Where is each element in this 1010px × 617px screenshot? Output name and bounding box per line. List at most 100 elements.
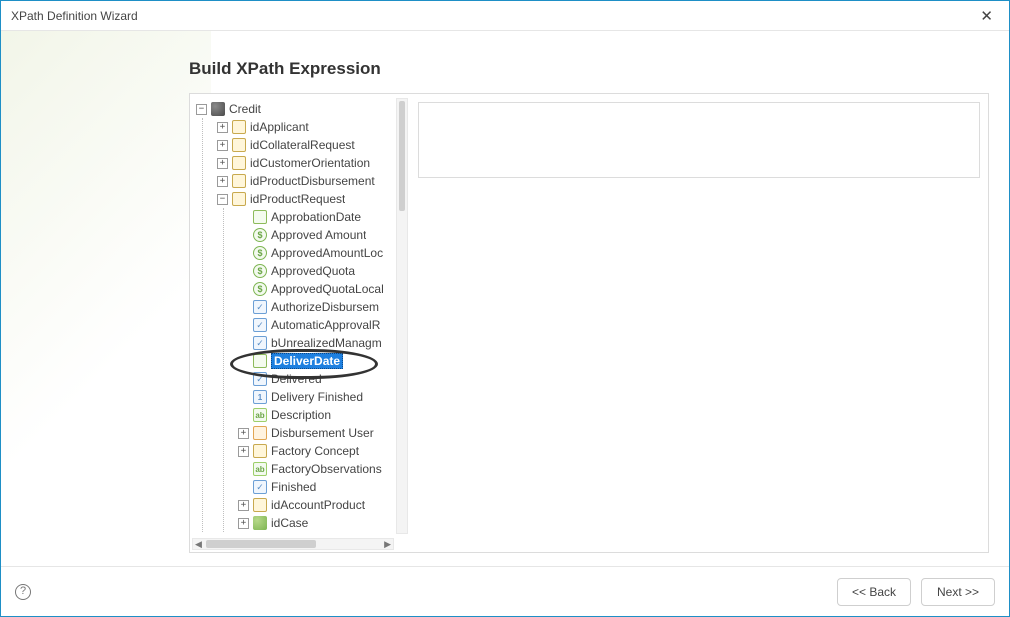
back-button[interactable]: << Back [837, 578, 911, 606]
tree-pane: − Credit + idApplicant [190, 94, 410, 552]
tree-leaf: $ ApprovedQuotaLocal [238, 280, 394, 298]
tree-scroll-area[interactable]: − Credit + idApplicant [196, 100, 394, 536]
tree-label-selected[interactable]: DeliverDate [271, 353, 343, 369]
tree-label[interactable]: AuthorizeDisbursem [271, 300, 379, 314]
toggle-icon[interactable]: + [238, 446, 249, 457]
tree-label[interactable]: idCollateralRequest [250, 138, 355, 152]
toggle-icon[interactable]: + [238, 518, 249, 529]
tree-leaf: + idAccountProduct [238, 496, 394, 514]
tree-leaf: ab Description [238, 406, 394, 424]
tree-label[interactable]: AutomaticApprovalR [271, 318, 380, 332]
tree-leaf: ✓ AuthorizeDisbursem [238, 298, 394, 316]
tree-leaf: $ ApprovedAmountLoc [238, 244, 394, 262]
tree-node-expanded: − idProductRequest ApprobationDa [217, 190, 394, 532]
tree-node: + idCollateralRequest [217, 136, 394, 154]
tree-label[interactable]: Approved Amount [271, 228, 366, 242]
tree-leaf: + Factory Concept [238, 442, 394, 460]
folder-icon [232, 192, 246, 206]
tree-label[interactable]: Disbursement User [271, 426, 374, 440]
toggle-icon[interactable]: + [217, 140, 228, 151]
tree-node-root: − Credit + idApplicant [196, 100, 394, 532]
scroll-right-icon[interactable]: ▶ [384, 539, 391, 550]
tree-leaf: ✓ bUnrealizedManagm [238, 334, 394, 352]
entity-ref-icon [253, 516, 267, 530]
toggle-icon[interactable]: + [238, 500, 249, 511]
tree-label[interactable]: ApprovedAmountLoc [271, 246, 383, 260]
scrollbar-thumb[interactable] [399, 101, 405, 211]
tree-label[interactable]: FactoryObservations [271, 462, 382, 476]
tree-label[interactable]: idCustomerOrientation [250, 156, 370, 170]
currency-icon: $ [253, 246, 267, 260]
tree-label[interactable]: idProductRequest [250, 192, 345, 206]
tree-label[interactable]: ApprovedQuotaLocal [271, 282, 384, 296]
tree-leaf: ✓ Delivered [238, 370, 394, 388]
expression-input[interactable] [418, 102, 980, 178]
toggle-icon[interactable]: + [238, 428, 249, 439]
toggle-spacer [238, 248, 249, 259]
tree-label[interactable]: Factory Concept [271, 444, 359, 458]
toggle-spacer [238, 338, 249, 349]
text-icon: ab [253, 408, 267, 422]
boolean-icon: ✓ [253, 300, 267, 314]
close-icon[interactable]: ✕ [974, 7, 999, 25]
toggle-spacer [238, 374, 249, 385]
expression-pane [410, 94, 988, 552]
scroll-left-icon[interactable]: ◀ [195, 539, 202, 550]
toggle-icon[interactable]: + [217, 176, 228, 187]
toggle-spacer [238, 320, 249, 331]
tree-label[interactable]: Credit [229, 102, 261, 116]
entity-icon [211, 102, 225, 116]
horizontal-scrollbar[interactable]: ◀ ▶ [192, 538, 394, 550]
tree-label[interactable]: bUnrealizedManagm [271, 336, 382, 350]
folder-icon [232, 138, 246, 152]
folder-icon [232, 156, 246, 170]
date-icon [253, 354, 267, 368]
scrollbar-thumb[interactable] [206, 540, 316, 548]
toggle-icon[interactable]: + [217, 158, 228, 169]
tree-leaf: ✓ AutomaticApprovalR [238, 316, 394, 334]
tree-node: + idApplicant [217, 118, 394, 136]
main-panel: − Credit + idApplicant [189, 93, 989, 553]
currency-icon: $ [253, 228, 267, 242]
text-icon: ab [253, 462, 267, 476]
boolean-icon: ✓ [253, 318, 267, 332]
vertical-scrollbar[interactable] [396, 98, 408, 534]
tree-leaf-selected: DeliverDate [238, 352, 394, 370]
toggle-icon[interactable]: + [217, 122, 228, 133]
tree-label[interactable]: Description [271, 408, 331, 422]
currency-icon: $ [253, 264, 267, 278]
currency-icon: $ [253, 282, 267, 296]
tree-leaf: 1 Delivery Finished [238, 388, 394, 406]
toggle-spacer [238, 464, 249, 475]
window-title: XPath Definition Wizard [11, 9, 138, 23]
boolean-icon: ✓ [253, 480, 267, 494]
number-icon: 1 [253, 390, 267, 404]
tree-label[interactable]: Finished [271, 480, 316, 494]
tree-leaf: + idCase [238, 514, 394, 532]
tree-leaf: $ ApprovedQuota [238, 262, 394, 280]
toggle-spacer [238, 392, 249, 403]
tree-label[interactable]: Delivered [271, 372, 322, 386]
toggle-spacer [238, 302, 249, 313]
tree-label[interactable]: idCase [271, 516, 308, 530]
title-bar: XPath Definition Wizard ✕ [1, 1, 1009, 31]
toggle-root[interactable]: − [196, 104, 207, 115]
tree-label[interactable]: idApplicant [250, 120, 309, 134]
date-icon [253, 210, 267, 224]
tree-label[interactable]: idProductDisbursement [250, 174, 375, 188]
tree-label[interactable]: Delivery Finished [271, 390, 363, 404]
footer-bar: ? << Back Next >> [1, 566, 1009, 616]
tree-label[interactable]: ApprobationDate [271, 210, 361, 224]
toggle-icon[interactable]: − [217, 194, 228, 205]
folder-icon [253, 498, 267, 512]
next-button[interactable]: Next >> [921, 578, 995, 606]
page-title: Build XPath Expression [189, 59, 981, 79]
toggle-spacer [238, 482, 249, 493]
folder-icon [232, 174, 246, 188]
folder-icon [232, 120, 246, 134]
toggle-spacer [238, 356, 249, 367]
tree-label[interactable]: idAccountProduct [271, 498, 365, 512]
help-icon[interactable]: ? [15, 584, 31, 600]
tree-label[interactable]: ApprovedQuota [271, 264, 355, 278]
user-icon [253, 426, 267, 440]
